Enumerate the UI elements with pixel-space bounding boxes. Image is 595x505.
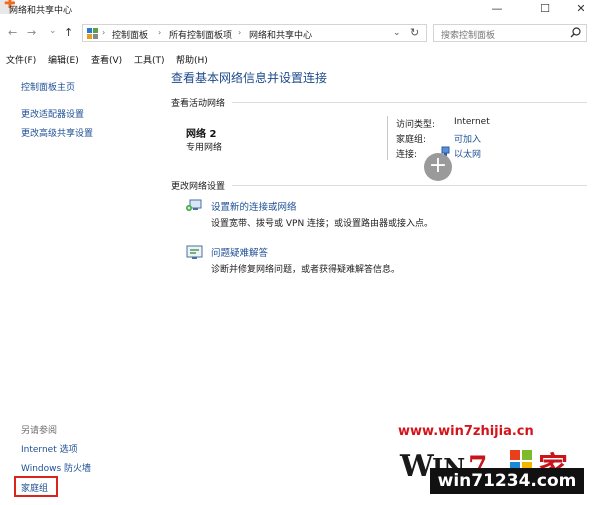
divider bbox=[232, 102, 587, 103]
setup-connection-desc: 设置宽带、拨号或 VPN 连接；或设置路由器或接入点。 bbox=[211, 219, 434, 229]
window-title: 网络和共享中心 bbox=[9, 6, 73, 16]
troubleshoot-link[interactable]: 问题疑难解答 bbox=[211, 245, 268, 259]
up-button[interactable]: ↑ bbox=[64, 26, 73, 39]
page-title: 查看基本网络信息并设置连接 bbox=[171, 71, 328, 85]
access-type-value: Internet bbox=[454, 117, 490, 127]
control-panel-icon bbox=[87, 28, 98, 39]
troubleshoot-icon bbox=[186, 245, 203, 259]
network-name: 网络 2 bbox=[186, 129, 217, 140]
divider bbox=[232, 185, 587, 186]
maximize-button[interactable]: ☐ bbox=[530, 0, 560, 18]
access-type-label: 访问类型: bbox=[396, 120, 436, 130]
homegroup-label: 家庭组: bbox=[396, 135, 427, 145]
menu-help[interactable]: 帮助(H) bbox=[176, 53, 208, 66]
network-setup-icon bbox=[186, 199, 202, 211]
address-field[interactable]: › 控制面板 › 所有控制面板项 › 网络和共享中心 ⌄ ↻ bbox=[82, 24, 427, 42]
setup-connection-link[interactable]: 设置新的连接或网络 bbox=[211, 199, 297, 213]
breadcrumb-network-center[interactable]: 网络和共享中心 bbox=[249, 28, 312, 41]
refresh-button[interactable]: ↻ bbox=[410, 26, 419, 39]
troubleshoot-desc: 诊断并修复网络问题，或者获得疑难解答信息。 bbox=[211, 265, 401, 275]
network-type[interactable]: 专用网络 bbox=[186, 140, 222, 153]
watermark-text: win71234.com bbox=[430, 468, 584, 494]
see-also-heading: 另请参阅 bbox=[21, 426, 58, 436]
menu-bar: 文件(F) 编辑(E) 查看(V) 工具(T) 帮助(H) bbox=[0, 50, 595, 66]
breadcrumb-separator: › bbox=[102, 28, 106, 37]
ethernet-link[interactable]: 以太网 bbox=[454, 147, 481, 160]
change-adapter-settings-link[interactable]: 更改适配器设置 bbox=[21, 107, 84, 120]
watermark-url: www.win7zhijia.cn bbox=[398, 424, 534, 439]
search-placeholder: 搜索控制面板 bbox=[441, 31, 496, 41]
active-networks-heading: 查看活动网络 bbox=[171, 99, 226, 109]
search-icon[interactable] bbox=[570, 27, 581, 38]
search-input[interactable]: 搜索控制面板 bbox=[433, 24, 587, 42]
title-bar: ✚ 网络和共享中心 — ☐ ✕ bbox=[0, 0, 595, 18]
back-button[interactable]: ← bbox=[8, 26, 17, 39]
change-sharing-settings-link[interactable]: 更改高级共享设置 bbox=[21, 126, 93, 139]
control-panel-home-link[interactable]: 控制面板主页 bbox=[21, 80, 75, 93]
plus-overlay-icon: + bbox=[424, 153, 452, 181]
recent-locations-button[interactable]: ⌄ bbox=[49, 26, 57, 36]
change-settings-heading: 更改网络设置 bbox=[171, 182, 226, 192]
homegroup-join-link[interactable]: 可加入 bbox=[454, 132, 481, 145]
breadcrumb-separator: › bbox=[238, 28, 242, 37]
menu-view[interactable]: 查看(V) bbox=[91, 53, 122, 66]
address-dropdown-button[interactable]: ⌄ bbox=[393, 28, 401, 38]
menu-edit[interactable]: 编辑(E) bbox=[48, 53, 79, 66]
divider bbox=[387, 116, 388, 160]
minimize-button[interactable]: — bbox=[482, 0, 512, 18]
breadcrumb-separator: › bbox=[158, 28, 162, 37]
close-button[interactable]: ✕ bbox=[566, 0, 595, 18]
menu-file[interactable]: 文件(F) bbox=[6, 53, 36, 66]
breadcrumb-all-items[interactable]: 所有控制面板项 bbox=[169, 28, 232, 41]
breadcrumb-control-panel[interactable]: 控制面板 bbox=[112, 28, 148, 41]
forward-button[interactable]: → bbox=[27, 26, 36, 39]
internet-options-link[interactable]: Internet 选项 bbox=[21, 442, 78, 455]
windows-firewall-link[interactable]: Windows 防火墙 bbox=[21, 461, 91, 474]
menu-tools[interactable]: 工具(T) bbox=[134, 53, 165, 66]
highlight-box bbox=[14, 476, 58, 497]
connection-label: 连接: bbox=[396, 150, 418, 160]
